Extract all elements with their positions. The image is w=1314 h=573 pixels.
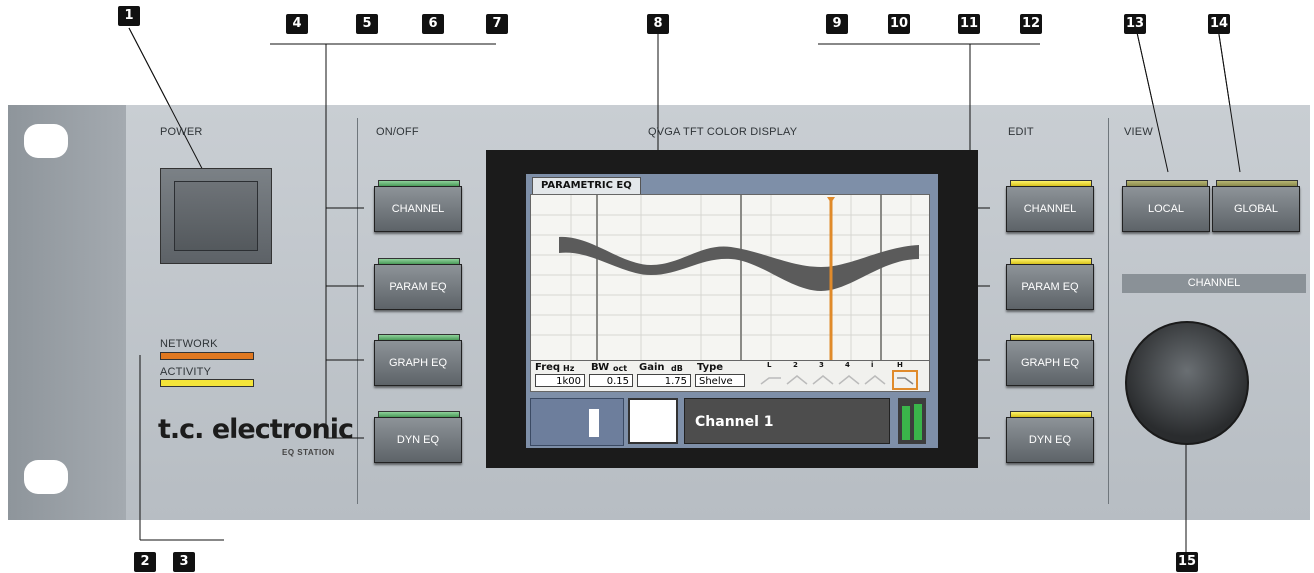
- level-meters: [898, 398, 926, 444]
- network-led: [160, 352, 254, 360]
- screen-tab-title: PARAMETRIC EQ: [532, 177, 641, 195]
- band-shape-icons[interactable]: [759, 370, 919, 390]
- meter-bar: [589, 409, 599, 437]
- button-label: LOCAL: [1122, 186, 1210, 232]
- edit-param-eq-button[interactable]: PARAM EQ: [1006, 258, 1094, 310]
- onoff-section-label: ON/OFF: [376, 126, 419, 138]
- edit-graph-eq-button[interactable]: GRAPH EQ: [1006, 334, 1094, 386]
- band-label-l: L: [767, 361, 772, 369]
- edit-section-label: EDIT: [1008, 126, 1034, 138]
- gain-unit: dB: [671, 364, 683, 373]
- meter-block: [530, 398, 624, 446]
- gain-label: Gain: [639, 362, 665, 373]
- callout-6: 6: [422, 14, 444, 34]
- view-global-button[interactable]: GLOBAL: [1212, 180, 1300, 232]
- activity-led: [160, 379, 254, 387]
- tft-screen: PARAMETRIC EQ Freq Hz BW oct Gain dB Typ…: [526, 174, 938, 448]
- button-label: PARAM EQ: [1006, 264, 1094, 310]
- power-label: POWER: [160, 126, 203, 138]
- display-label: QVGA TFT COLOR DISPLAY: [648, 126, 798, 138]
- callout-12: 12: [1020, 14, 1042, 34]
- edit-dyn-eq-button[interactable]: DYN EQ: [1006, 411, 1094, 463]
- callout-14: 14: [1208, 14, 1230, 34]
- power-button[interactable]: [160, 168, 272, 264]
- bw-value[interactable]: 0.15: [589, 374, 633, 387]
- eq-response-band: [559, 236, 919, 291]
- onoff-param-eq-button[interactable]: PARAM EQ: [374, 258, 462, 310]
- type-value[interactable]: Shelve: [695, 374, 745, 387]
- activity-label: ACTIVITY: [160, 366, 212, 378]
- callout-3: 3: [173, 552, 195, 572]
- gain-value[interactable]: 1.75: [637, 374, 691, 387]
- band-label-h: H: [897, 361, 903, 369]
- button-label: CHANNEL: [374, 186, 462, 232]
- bw-unit: oct: [613, 364, 628, 373]
- view-section-label: VIEW: [1124, 126, 1153, 138]
- edit-channel-button[interactable]: CHANNEL: [1006, 180, 1094, 232]
- onoff-channel-button[interactable]: CHANNEL: [374, 180, 462, 232]
- channel-knob-label: CHANNEL: [1122, 274, 1306, 293]
- freq-label: Freq: [535, 362, 561, 373]
- callout-5: 5: [356, 14, 378, 34]
- bw-label: BW: [591, 362, 610, 373]
- callout-10: 10: [888, 14, 910, 34]
- view-local-button[interactable]: LOCAL: [1122, 180, 1210, 232]
- brand-logo: t.c. electronic: [158, 414, 354, 445]
- onoff-dyn-eq-button[interactable]: DYN EQ: [374, 411, 462, 463]
- channel-name-display: Channel 1: [684, 398, 890, 444]
- button-label: GLOBAL: [1212, 186, 1300, 232]
- eq-graph: [530, 194, 930, 362]
- band-label-3: 3: [819, 361, 824, 369]
- eq-curve-plot: [531, 195, 929, 361]
- product-logo: EQ STATION: [282, 448, 335, 457]
- cursor-marker-icon: [827, 197, 835, 203]
- level-meter-left: [902, 406, 910, 440]
- channel-status-row: Channel 1: [530, 398, 928, 446]
- freq-value[interactable]: 1k00: [535, 374, 585, 387]
- button-label: PARAM EQ: [374, 264, 462, 310]
- callout-9: 9: [826, 14, 848, 34]
- band-label-4: 4: [845, 361, 850, 369]
- callout-11: 11: [958, 14, 980, 34]
- button-label: DYN EQ: [1006, 417, 1094, 463]
- type-label: Type: [697, 362, 724, 373]
- level-meter-right: [914, 404, 922, 440]
- button-label: DYN EQ: [374, 417, 462, 463]
- onoff-graph-eq-button[interactable]: GRAPH EQ: [374, 334, 462, 386]
- callout-8: 8: [647, 14, 669, 34]
- channel-indicator-box: [628, 398, 678, 444]
- band-label-2: 2: [793, 361, 798, 369]
- button-label: CHANNEL: [1006, 186, 1094, 232]
- button-label: GRAPH EQ: [1006, 340, 1094, 386]
- param-readout-row: Freq Hz BW oct Gain dB Type 1k00 0.15 1.…: [530, 360, 930, 392]
- callout-2: 2: [134, 552, 156, 572]
- band-label-i: i: [871, 361, 874, 369]
- channel-rotary-knob[interactable]: [1125, 321, 1249, 445]
- freq-unit: Hz: [563, 364, 575, 373]
- button-label: GRAPH EQ: [374, 340, 462, 386]
- callout-1: 1: [118, 6, 140, 26]
- callout-7: 7: [486, 14, 508, 34]
- power-button-face: [174, 181, 258, 251]
- callout-13: 13: [1124, 14, 1146, 34]
- callout-4: 4: [286, 14, 308, 34]
- callout-15: 15: [1176, 552, 1198, 572]
- network-label: NETWORK: [160, 338, 218, 350]
